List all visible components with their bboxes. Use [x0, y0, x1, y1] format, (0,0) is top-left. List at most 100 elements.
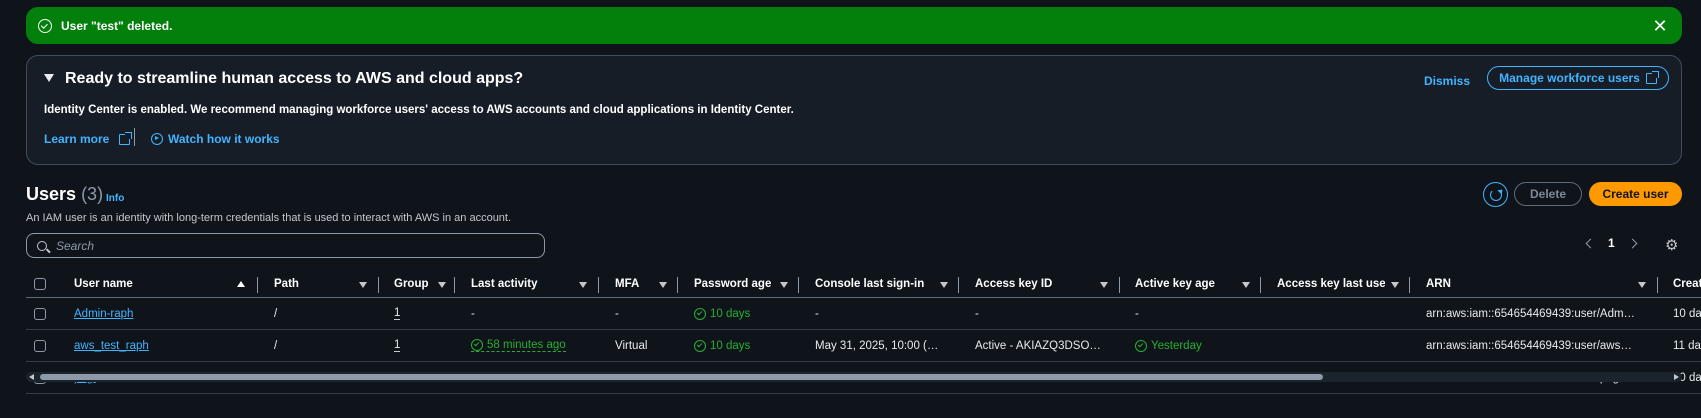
column-divider[interactable] [454, 277, 455, 293]
header-creation-time[interactable]: Creat [1673, 271, 1701, 297]
horizontal-scrollbar[interactable] [26, 372, 1682, 382]
active-key-age-cell: - [1135, 307, 1139, 320]
groups-count[interactable]: 1 [394, 339, 401, 353]
header-console-last-sign-in[interactable]: Console last sign-in [815, 271, 945, 297]
groups-count[interactable]: 1 [394, 307, 401, 321]
manage-workforce-users-button[interactable]: Manage workforce users [1487, 66, 1669, 90]
access-key-id-cell: - [975, 307, 979, 320]
column-divider[interactable] [1657, 277, 1658, 293]
header-mfa[interactable]: MFA [615, 271, 655, 297]
password-age-cell: 10 days [694, 298, 794, 329]
header-access-key-last-used[interactable]: Access key last used [1277, 271, 1385, 297]
search-box [26, 233, 545, 258]
table-header-row: User name Path Groups Last activity MFA … [26, 271, 1701, 298]
header-arn[interactable]: ARN [1426, 271, 1546, 297]
console-last-signin-cell: - [815, 307, 819, 320]
gear-icon[interactable]: ⚙ [1665, 238, 1678, 253]
row-checkbox[interactable] [34, 339, 46, 352]
create-user-button[interactable]: Create user [1589, 182, 1682, 206]
column-divider[interactable] [598, 277, 599, 293]
learn-more-label: Learn more [44, 132, 110, 146]
password-age-value: 10 days [710, 339, 751, 352]
sort-icon[interactable] [438, 282, 446, 288]
page-number[interactable]: 1 [1608, 236, 1615, 250]
column-divider[interactable] [257, 277, 258, 293]
refresh-button[interactable] [1483, 182, 1508, 207]
users-count: (3) [81, 184, 104, 204]
table-row: Admin-raph / 1 - - 10 days - - - arn:aws… [26, 298, 1701, 330]
password-age-status: 10 days [694, 307, 751, 320]
column-divider[interactable] [958, 277, 959, 293]
groups-cell: 1 [394, 298, 444, 329]
user-name-cell: aws_test_raph [74, 330, 244, 361]
select-all-checkbox[interactable] [34, 278, 46, 290]
password-age-cell: 10 days [694, 330, 794, 361]
sort-icon[interactable] [1100, 282, 1108, 288]
sort-icon[interactable] [1638, 282, 1646, 288]
header-access-key-id[interactable]: Access key ID [975, 271, 1095, 297]
pagination: 1 [1585, 236, 1638, 250]
path-cell: / [274, 307, 278, 320]
header-active-key-age[interactable]: Active key age [1135, 271, 1245, 297]
scroll-right-icon[interactable] [1674, 374, 1679, 380]
check-circle-icon [694, 339, 706, 352]
refresh-icon [1489, 188, 1502, 201]
mfa-cell: Virtual [615, 339, 648, 352]
sort-icon[interactable] [1391, 282, 1399, 288]
chevron-right-icon[interactable] [1627, 238, 1638, 248]
password-age-status: 10 days [694, 339, 751, 352]
column-divider[interactable] [1119, 277, 1120, 293]
sort-icon[interactable] [579, 282, 587, 288]
arn-cell: arn:aws:iam::654654469439:user/aws… [1426, 339, 1632, 352]
row-checkbox-cell [34, 330, 48, 361]
banner-title[interactable]: Ready to streamline human access to AWS … [65, 70, 523, 88]
access-key-last-used-cell [1277, 298, 1407, 329]
header-path[interactable]: Path [274, 271, 344, 297]
column-divider[interactable] [677, 277, 678, 293]
scrollbar-thumb[interactable] [40, 374, 1323, 380]
sort-icon[interactable] [1242, 282, 1250, 288]
header-user-name[interactable]: User name [74, 271, 224, 297]
dismiss-link[interactable]: Dismiss [1424, 74, 1470, 88]
sort-icon[interactable] [659, 282, 667, 288]
info-link[interactable]: Info [106, 193, 124, 204]
last-activity-status[interactable]: 58 minutes ago [471, 339, 566, 353]
sort-icon[interactable] [940, 282, 948, 288]
last-activity-cell: 58 minutes ago [471, 330, 596, 361]
access-key-last-used-cell [1277, 330, 1407, 361]
column-divider[interactable] [1409, 277, 1410, 293]
learn-more-link[interactable]: Learn more [44, 132, 132, 146]
search-icon [37, 240, 47, 251]
close-icon[interactable]: ✕ [1650, 17, 1670, 35]
column-divider[interactable] [798, 277, 799, 293]
sort-icon[interactable] [359, 282, 367, 288]
delete-button[interactable]: Delete [1514, 182, 1582, 206]
chevron-left-icon[interactable] [1585, 238, 1596, 248]
row-checkbox[interactable] [34, 307, 46, 320]
sort-icon[interactable] [780, 282, 788, 288]
play-icon [151, 133, 163, 145]
last-activity-cell: - [471, 307, 475, 320]
column-divider[interactable] [378, 277, 379, 293]
table-row: aws_test_raph / 1 58 minutes ago Virtual… [26, 330, 1701, 362]
select-all-checkbox-cell [34, 271, 48, 297]
banner-description: Identity Center is enabled. We recommend… [44, 104, 794, 116]
scroll-left-icon[interactable] [29, 374, 34, 380]
sort-ascending-icon[interactable] [237, 281, 245, 287]
caret-down-icon[interactable] [44, 74, 54, 82]
user-name-link[interactable]: aws_test_raph [74, 340, 149, 352]
header-last-activity[interactable]: Last activity [471, 271, 571, 297]
password-age-value: 10 days [710, 307, 751, 320]
header-groups[interactable]: Groups [394, 271, 429, 297]
row-checkbox-cell [34, 298, 48, 329]
watch-how-it-works-link[interactable]: Watch how it works [151, 132, 280, 146]
access-key-id-cell: Active - AKIAZQ3DSO… [975, 339, 1101, 352]
check-circle-icon [694, 307, 706, 320]
success-check-icon [38, 18, 52, 33]
search-input[interactable] [56, 238, 536, 253]
column-divider[interactable] [1260, 277, 1261, 293]
header-password-age[interactable]: Password age [694, 271, 784, 297]
users-description: An IAM user is an identity with long-ter… [26, 212, 512, 224]
user-name-link[interactable]: Admin-raph [74, 308, 133, 320]
manage-workforce-users-label: Manage workforce users [1499, 71, 1640, 85]
